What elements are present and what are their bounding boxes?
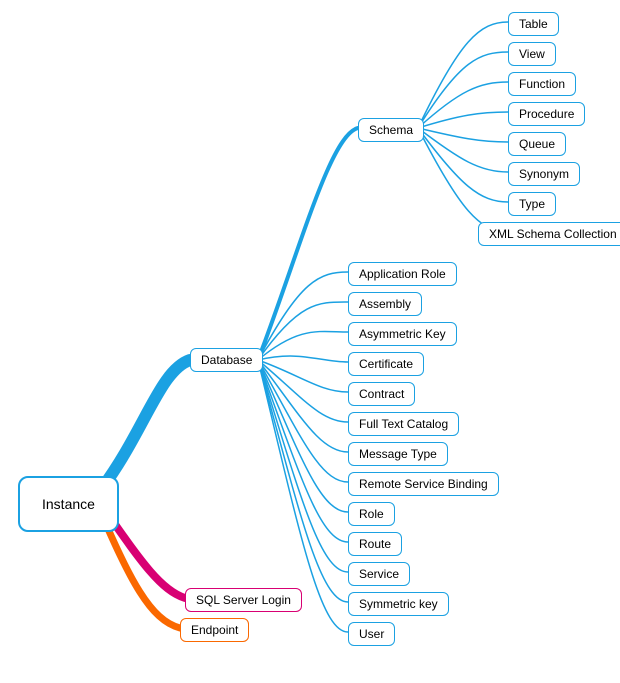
node-function[interactable]: Function — [508, 72, 576, 96]
node-label: Full Text Catalog — [359, 417, 448, 431]
node-role[interactable]: Role — [348, 502, 395, 526]
node-label: Symmetric key — [359, 597, 438, 611]
node-sql-server-login[interactable]: SQL Server Login — [185, 588, 302, 612]
node-synonym[interactable]: Synonym — [508, 162, 580, 186]
node-database[interactable]: Database — [190, 348, 263, 372]
node-queue[interactable]: Queue — [508, 132, 566, 156]
node-assembly[interactable]: Assembly — [348, 292, 422, 316]
node-symmetric-key[interactable]: Symmetric key — [348, 592, 449, 616]
node-label: Certificate — [359, 357, 413, 371]
node-label: Endpoint — [191, 623, 238, 637]
node-label: Assembly — [359, 297, 411, 311]
node-label: XML Schema Collection — [489, 227, 617, 241]
node-certificate[interactable]: Certificate — [348, 352, 424, 376]
node-schema[interactable]: Schema — [358, 118, 424, 142]
node-remote-service-binding[interactable]: Remote Service Binding — [348, 472, 499, 496]
node-route[interactable]: Route — [348, 532, 402, 556]
node-label: SQL Server Login — [196, 593, 291, 607]
node-label: Synonym — [519, 167, 569, 181]
node-label: Database — [201, 353, 252, 367]
node-label: Queue — [519, 137, 555, 151]
node-table[interactable]: Table — [508, 12, 559, 36]
node-xml-schema-collection[interactable]: XML Schema Collection — [478, 222, 620, 246]
node-message-type[interactable]: Message Type — [348, 442, 448, 466]
node-asymmetric-key[interactable]: Asymmetric Key — [348, 322, 457, 346]
node-label: Function — [519, 77, 565, 91]
node-label: Message Type — [359, 447, 437, 461]
node-label: Schema — [369, 123, 413, 137]
node-label: Instance — [42, 496, 95, 512]
node-user[interactable]: User — [348, 622, 395, 646]
node-application-role[interactable]: Application Role — [348, 262, 457, 286]
node-label: Service — [359, 567, 399, 581]
node-label: Application Role — [359, 267, 446, 281]
node-label: Type — [519, 197, 545, 211]
node-label: Route — [359, 537, 391, 551]
node-service[interactable]: Service — [348, 562, 410, 586]
node-label: View — [519, 47, 545, 61]
node-full-text-catalog[interactable]: Full Text Catalog — [348, 412, 459, 436]
node-label: User — [359, 627, 384, 641]
node-procedure[interactable]: Procedure — [508, 102, 585, 126]
node-view[interactable]: View — [508, 42, 556, 66]
node-contract[interactable]: Contract — [348, 382, 415, 406]
node-endpoint[interactable]: Endpoint — [180, 618, 249, 642]
node-label: Contract — [359, 387, 404, 401]
node-label: Table — [519, 17, 548, 31]
node-label: Asymmetric Key — [359, 327, 446, 341]
node-label: Role — [359, 507, 384, 521]
node-type[interactable]: Type — [508, 192, 556, 216]
node-instance[interactable]: Instance — [18, 476, 119, 532]
node-label: Procedure — [519, 107, 574, 121]
node-label: Remote Service Binding — [359, 477, 488, 491]
